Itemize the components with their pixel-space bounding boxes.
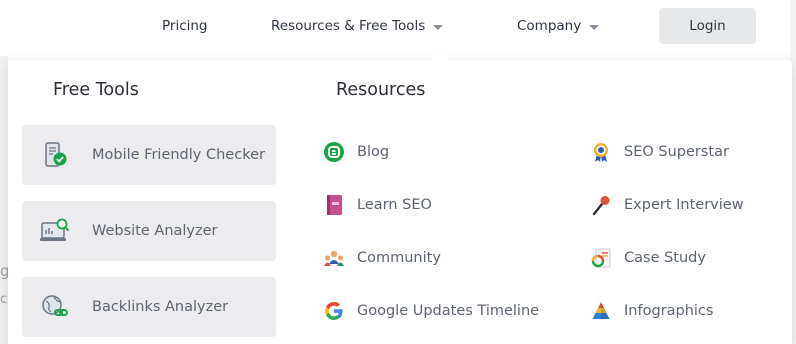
book-icon — [323, 194, 345, 216]
login-button-label: Login — [689, 18, 726, 34]
resource-label: Learn SEO — [357, 197, 432, 213]
award-badge-icon — [590, 141, 612, 163]
chevron-down-icon — [433, 24, 444, 30]
backlinks-icon — [40, 292, 70, 322]
nav-pricing-label: Pricing — [162, 18, 208, 34]
resource-label: SEO Superstar — [624, 144, 729, 160]
website-analyzer-icon — [40, 216, 70, 246]
nav-pricing[interactable]: Pricing — [162, 0, 208, 52]
chevron-down-icon — [589, 24, 600, 30]
resource-seo-superstar[interactable]: SEO Superstar — [590, 140, 729, 164]
dropdown-pointer — [431, 51, 449, 60]
resource-learn-seo[interactable]: Learn SEO — [323, 193, 432, 217]
background-text-fragment: c — [0, 292, 8, 307]
tool-website-analyzer[interactable]: Website Analyzer — [22, 201, 276, 261]
resource-label: Community — [357, 250, 441, 266]
resource-label: Google Updates Timeline — [357, 303, 540, 319]
community-icon — [323, 247, 345, 269]
resources-heading: Resources — [336, 80, 426, 100]
resource-label: Case Study — [624, 250, 706, 266]
resource-label: Blog — [357, 144, 390, 160]
nav-resources-free-tools[interactable]: Resources & Free Tools — [271, 0, 444, 52]
microphone-icon — [590, 194, 612, 216]
resource-blog[interactable]: Blog — [323, 140, 389, 164]
nav-company-label: Company — [517, 18, 582, 34]
resource-case-study[interactable]: Case Study — [590, 246, 706, 270]
tool-label: Mobile Friendly Checker — [92, 147, 265, 163]
free-tools-heading: Free Tools — [53, 80, 139, 100]
case-study-icon — [590, 247, 612, 269]
blog-icon — [323, 141, 345, 163]
pyramid-icon — [590, 300, 612, 322]
resource-label: Expert Interview — [624, 197, 744, 213]
login-button[interactable]: Login — [659, 8, 756, 44]
tool-backlinks-analyzer[interactable]: Backlinks Analyzer — [22, 277, 276, 337]
resource-expert-interview[interactable]: Expert Interview — [590, 193, 744, 217]
resource-infographics[interactable]: Infographics — [590, 299, 713, 323]
tool-mobile-friendly-checker[interactable]: Mobile Friendly Checker — [22, 125, 276, 185]
resource-community[interactable]: Community — [323, 246, 441, 270]
mobile-check-icon — [40, 140, 70, 170]
google-icon — [323, 300, 345, 322]
resource-label: Infographics — [624, 303, 714, 319]
tool-label: Backlinks Analyzer — [92, 299, 229, 315]
nav-resources-label: Resources & Free Tools — [271, 18, 426, 34]
nav-company[interactable]: Company — [517, 0, 600, 52]
resource-google-updates-timeline[interactable]: Google Updates Timeline — [323, 299, 539, 323]
tool-label: Website Analyzer — [92, 223, 218, 239]
